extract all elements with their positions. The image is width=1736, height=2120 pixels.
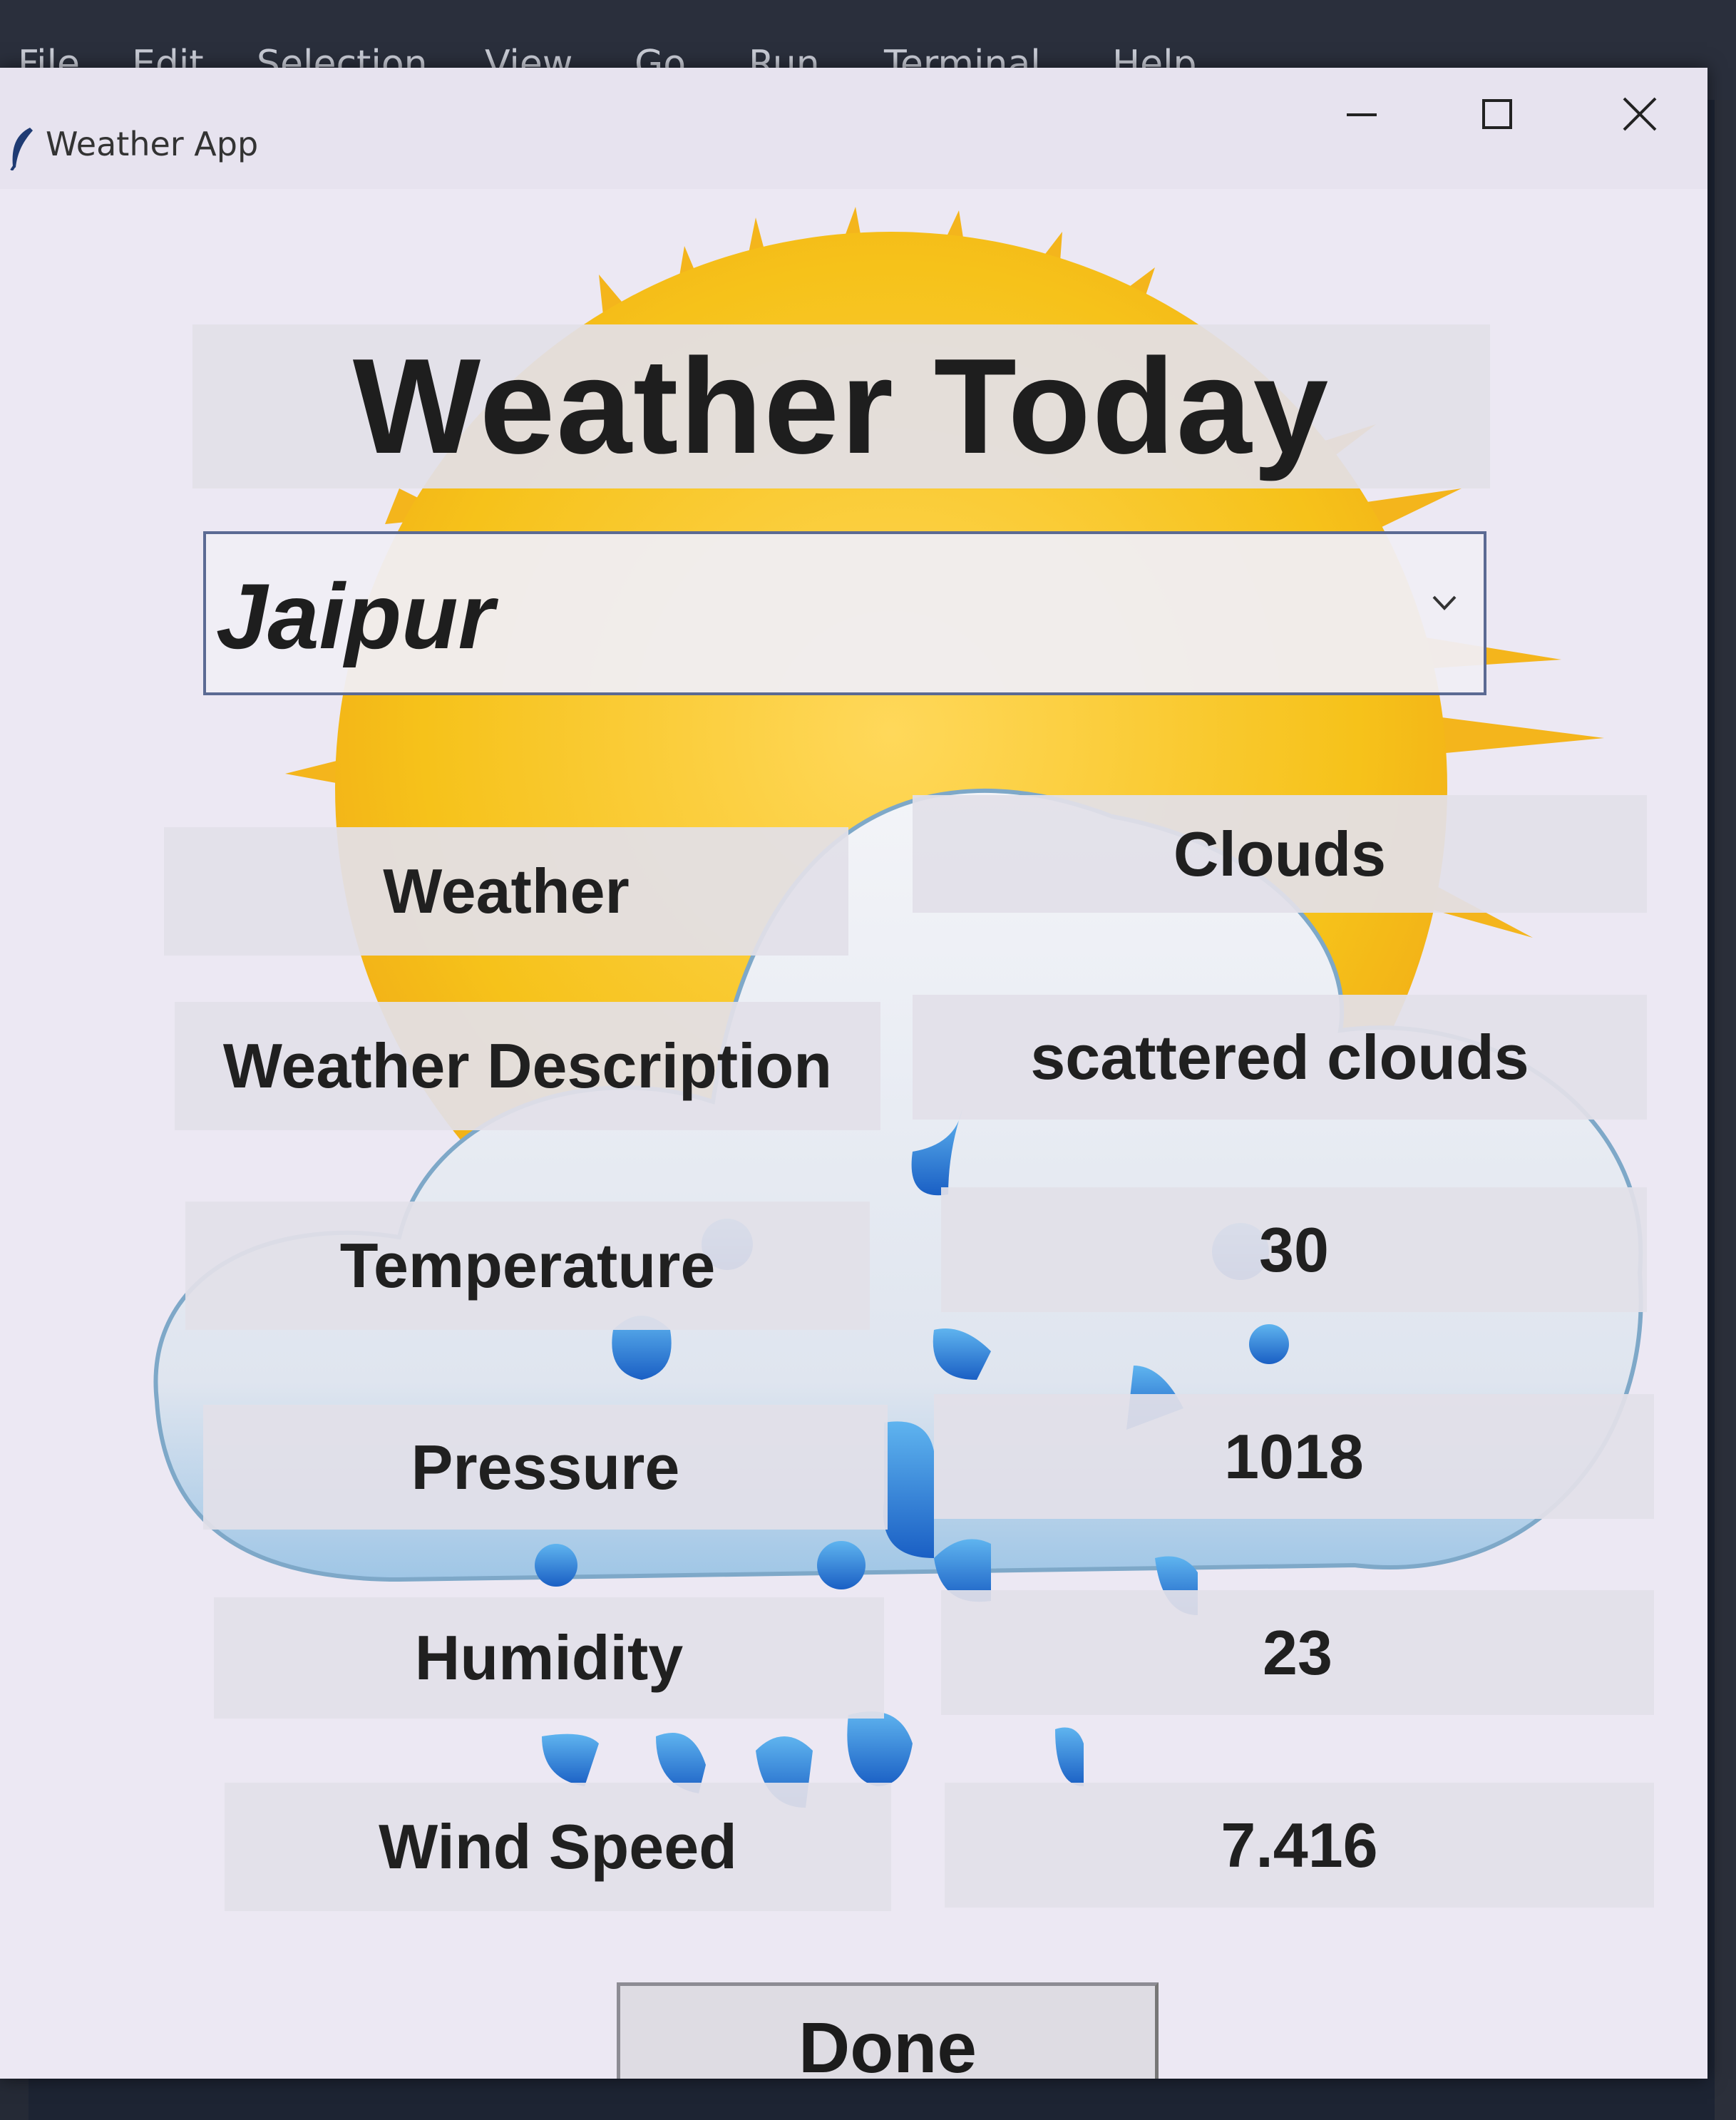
temperature-value: 30 — [941, 1187, 1647, 1312]
page-title: Weather Today — [192, 324, 1490, 488]
weather-label: Weather — [164, 827, 848, 956]
weather-description-label: Weather Description — [175, 1002, 880, 1130]
close-icon — [1623, 97, 1657, 131]
title-bar[interactable]: Weather App — [0, 68, 1707, 189]
content-area: Weather Today Jaipur Weather Clouds Weat… — [0, 189, 1707, 2079]
weather-value: Clouds — [913, 795, 1647, 913]
wind-speed-label: Wind Speed — [225, 1783, 891, 1911]
window-title: Weather App — [46, 125, 259, 163]
minimize-button[interactable] — [1294, 68, 1429, 160]
weather-app-window: Weather App Weather Today Jaipur Weather… — [0, 68, 1707, 2079]
city-select[interactable]: Jaipur — [203, 531, 1486, 695]
humidity-label: Humidity — [214, 1597, 884, 1719]
close-button[interactable] — [1572, 68, 1707, 160]
humidity-value: 23 — [941, 1590, 1654, 1715]
wind-speed-value: 7.416 — [945, 1783, 1654, 1908]
weather-description-value: scattered clouds — [913, 995, 1647, 1120]
editor-side-panel — [1715, 100, 1736, 2120]
done-button[interactable]: Done — [617, 1982, 1159, 2079]
city-select-value: Jaipur — [216, 564, 495, 668]
maximize-icon — [1482, 99, 1512, 129]
feather-icon — [10, 128, 33, 170]
maximize-button[interactable] — [1429, 68, 1565, 160]
pressure-value: 1018 — [934, 1394, 1654, 1519]
minimize-icon — [1347, 113, 1377, 116]
temperature-label: Temperature — [185, 1202, 870, 1330]
chevron-down-icon[interactable] — [1427, 584, 1462, 620]
pressure-label: Pressure — [203, 1405, 888, 1530]
